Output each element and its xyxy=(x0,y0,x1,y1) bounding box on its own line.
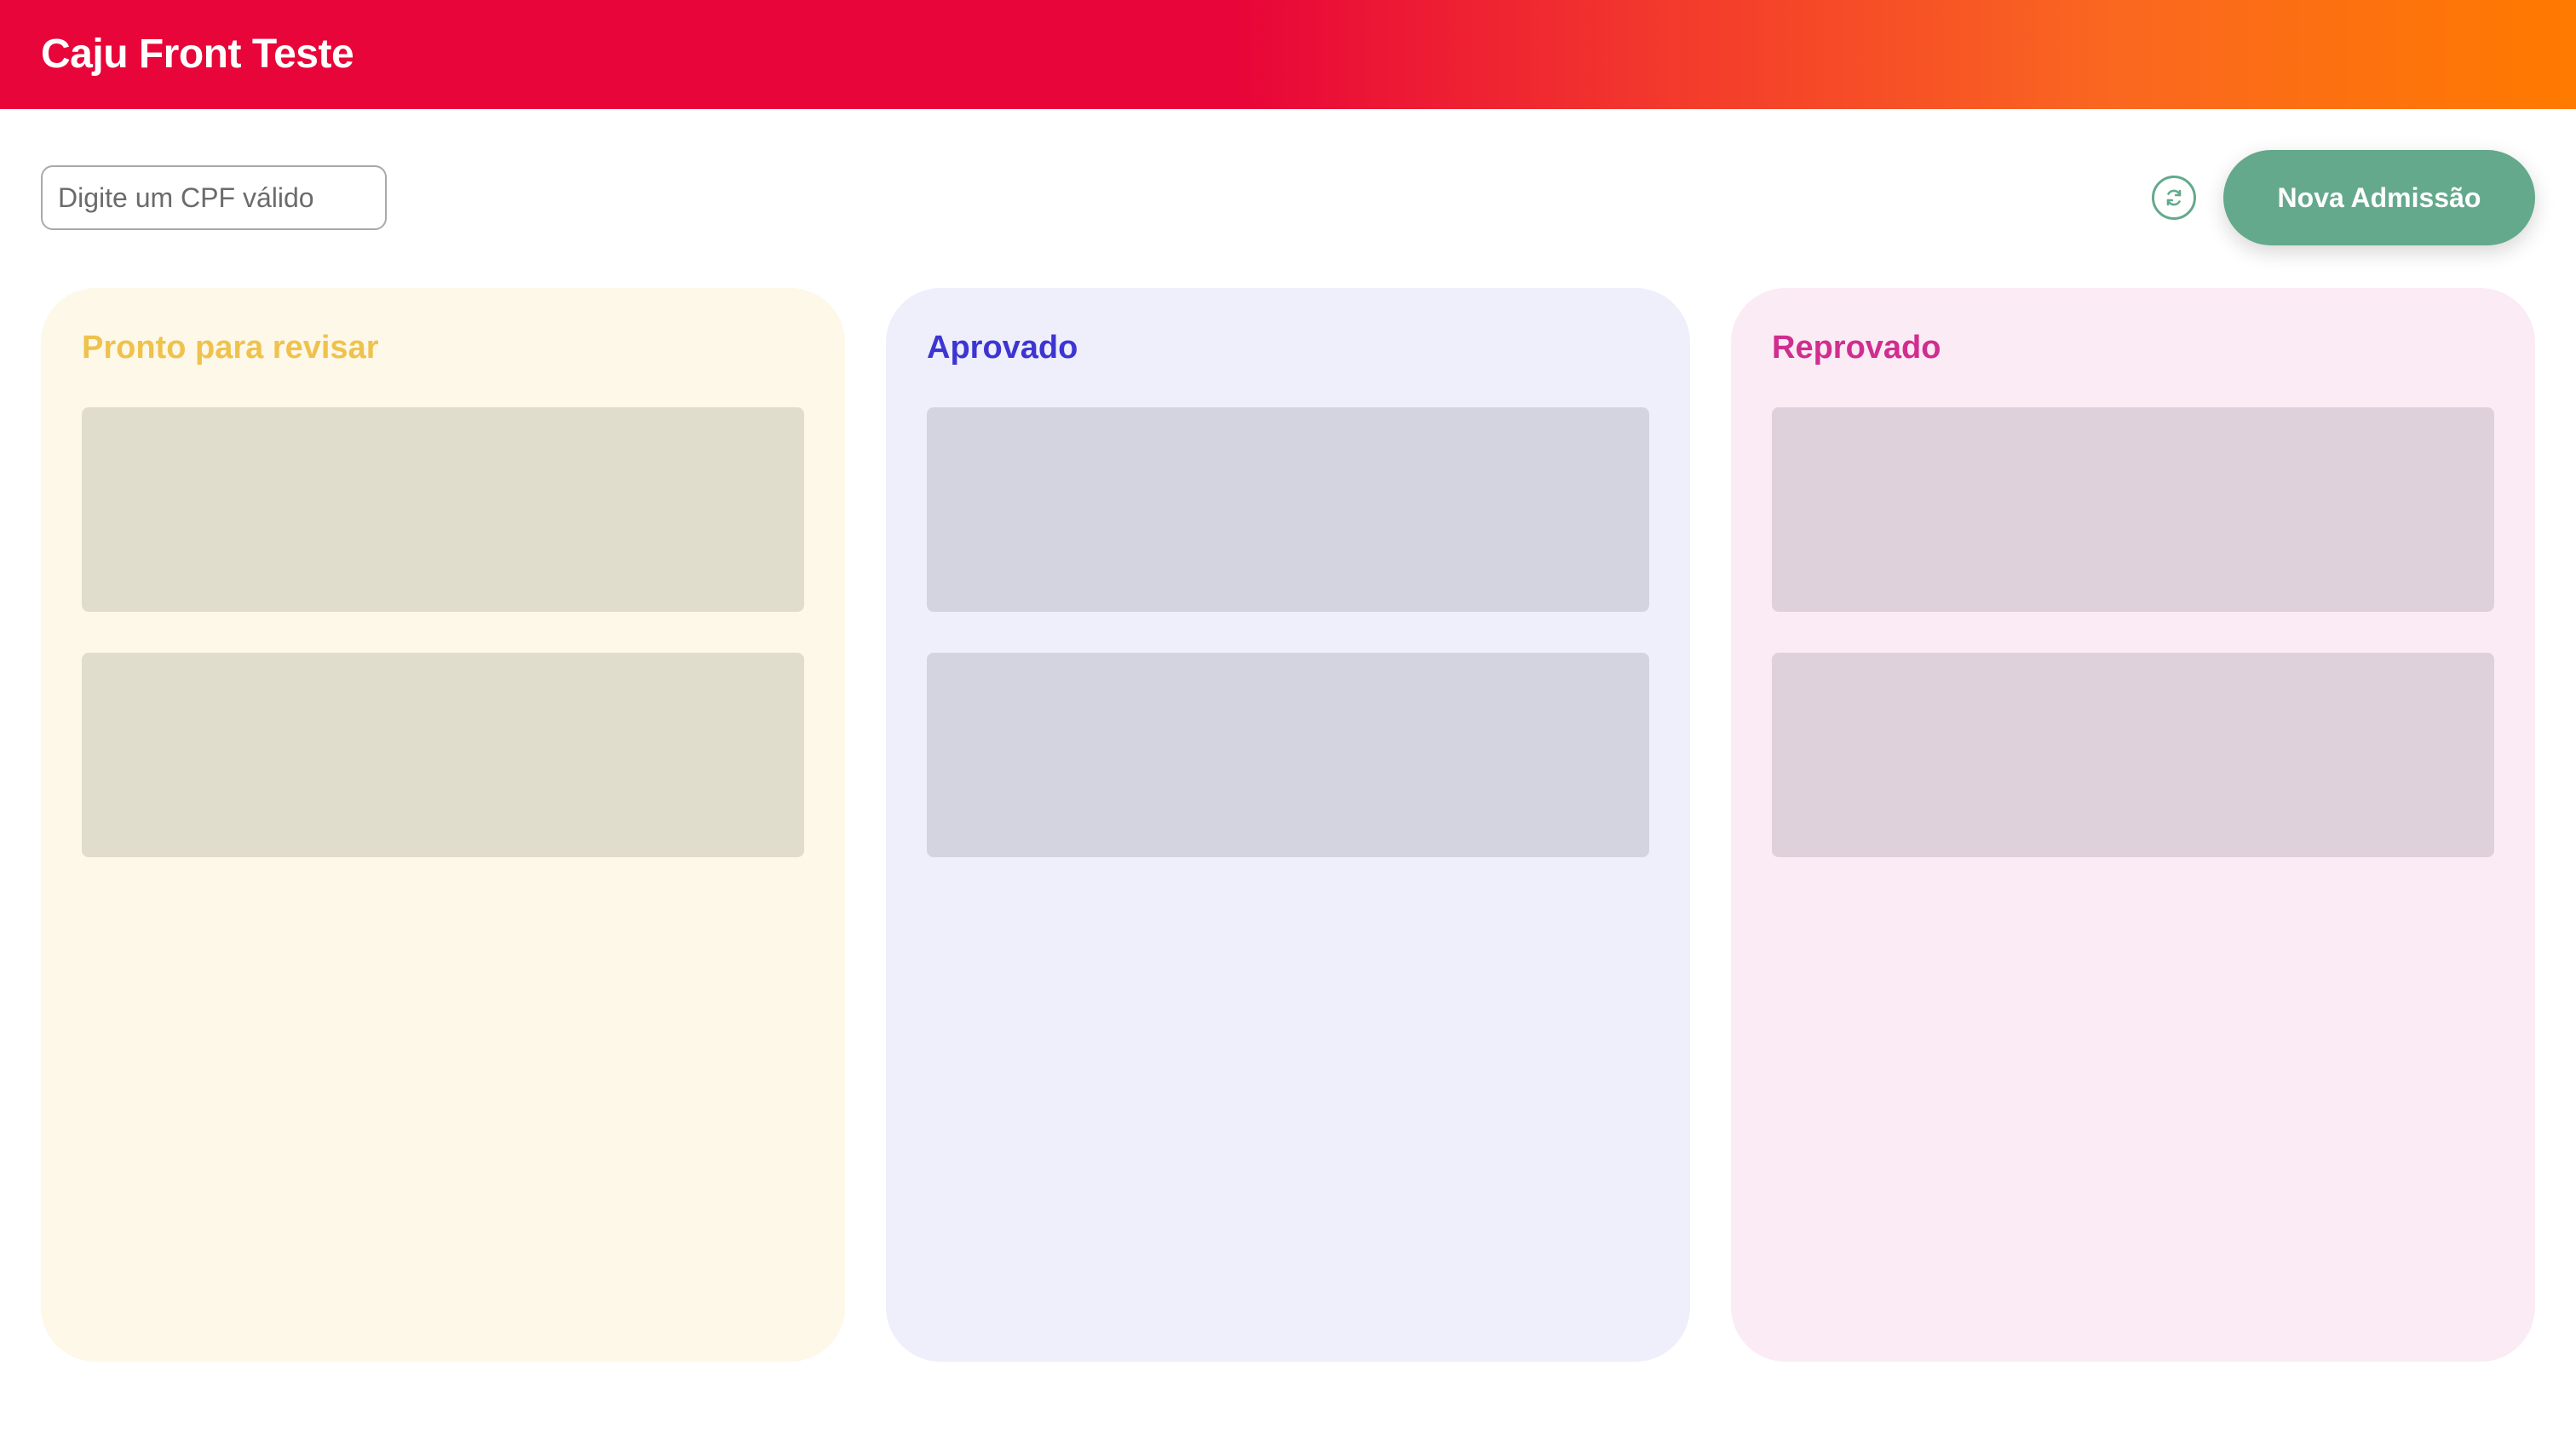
column-title: Pronto para revisar xyxy=(82,330,379,366)
loading-card-placeholder xyxy=(82,653,804,857)
column-title: Aprovado xyxy=(927,330,1078,366)
refresh-button[interactable] xyxy=(2152,176,2196,220)
app-header: Caju Front Teste xyxy=(0,0,2576,109)
loading-card-placeholder xyxy=(82,407,804,612)
app-title: Caju Front Teste xyxy=(41,32,354,77)
loading-card-placeholder xyxy=(927,407,1649,612)
loading-card-placeholder xyxy=(1772,407,2494,612)
column-ready-to-review: Pronto para revisar xyxy=(41,288,845,1362)
refresh-icon xyxy=(2164,187,2184,208)
column-approved: Aprovado xyxy=(886,288,1690,1362)
new-admission-button[interactable]: Nova Admissão xyxy=(2223,150,2535,245)
loading-card-placeholder xyxy=(1772,653,2494,857)
column-title: Reprovado xyxy=(1772,330,1941,366)
column-reproved: Reprovado xyxy=(1731,288,2535,1362)
loading-card-placeholder xyxy=(927,653,1649,857)
cpf-search-input[interactable] xyxy=(41,165,387,230)
